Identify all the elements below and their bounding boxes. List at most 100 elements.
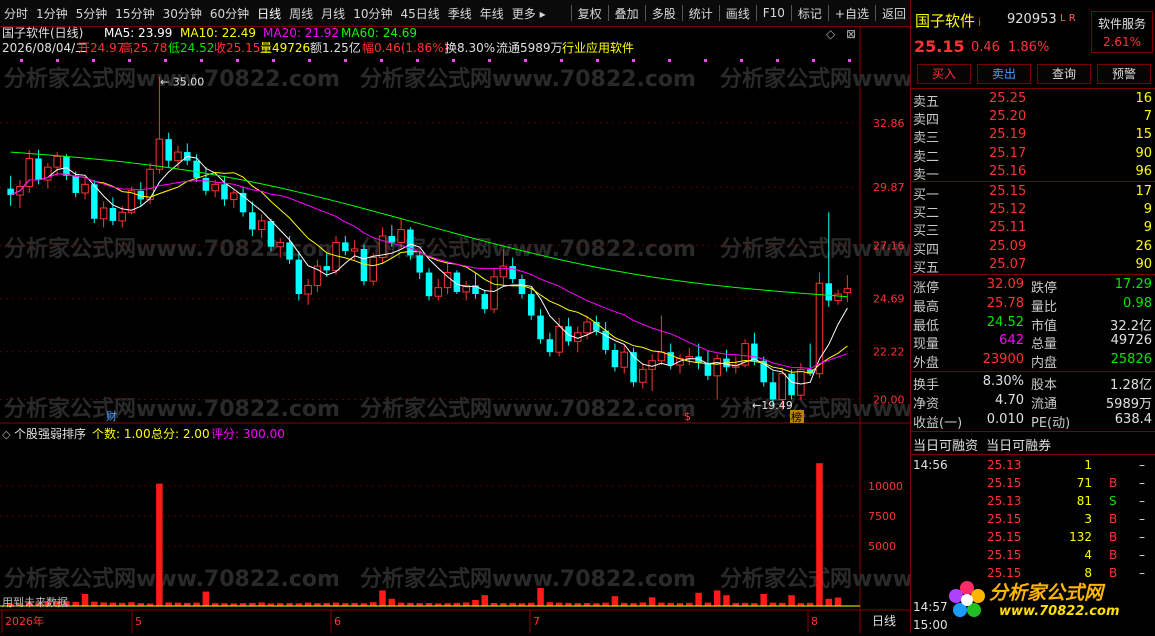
- candle-up: [657, 351, 666, 362]
- buy-row[interactable]: 买二 25.12 9: [913, 202, 1154, 221]
- volume-bar: [713, 590, 721, 606]
- candle-up: [778, 373, 787, 400]
- candle-down: [109, 208, 117, 221]
- tab-margin-finance[interactable]: 当日可融资: [913, 439, 978, 454]
- buy-volume: 9: [1143, 202, 1152, 218]
- toolbar-separator: [570, 5, 572, 21]
- toolbar-tool-1[interactable]: 叠加: [611, 5, 643, 22]
- toolbar-separator: [607, 5, 609, 21]
- kline-chart[interactable]: 分析家公式网www.70822.com 分析家公式网www.70822.com 分析…: [0, 26, 1056, 633]
- chart-settings-icon[interactable]: ◇: [826, 27, 836, 41]
- toolbar-period-4[interactable]: 30分钟: [159, 5, 206, 22]
- candle-down: [202, 177, 210, 191]
- period-label[interactable]: 日线: [872, 614, 896, 628]
- time-axis-label: 5: [135, 615, 142, 628]
- sell-volume: 7: [1143, 109, 1152, 125]
- toolbar-tool-6[interactable]: 标记: [794, 5, 826, 22]
- event-marker[interactable]: $: [684, 410, 691, 423]
- sell-row[interactable]: 卖五 25.25 16: [913, 91, 1154, 110]
- stat-label: 外盘: [913, 356, 940, 372]
- toolbar-period-3[interactable]: 15分钟: [111, 5, 158, 22]
- chart-title: 国子软件(日线): [2, 26, 83, 40]
- price-tick-label: 22.22: [873, 346, 905, 359]
- signal-dot: [776, 59, 779, 62]
- toolbar-tool-7[interactable]: +自选: [831, 5, 873, 22]
- sell-volume: 15: [1135, 127, 1152, 143]
- toolbar-tool-3[interactable]: 统计: [685, 5, 717, 22]
- toolbar-period-7[interactable]: 周线: [285, 5, 317, 22]
- sector-box[interactable]: 软件服务 2.61%: [1091, 11, 1153, 53]
- toolbar-period-10[interactable]: 45日线: [396, 5, 443, 22]
- toolbar-tool-4[interactable]: 画线: [722, 5, 754, 22]
- candle-up: [211, 183, 219, 192]
- trade-button-2[interactable]: 查询: [1037, 64, 1091, 84]
- buy-row[interactable]: 买五 25.07 90: [913, 256, 1154, 276]
- toolbar-period-5[interactable]: 60分钟: [206, 5, 253, 22]
- stat-value-2: 32.2亿: [1110, 318, 1152, 334]
- toolbar-tool-0[interactable]: 复权: [574, 5, 606, 22]
- candle-down: [221, 184, 228, 200]
- toolbar-period-11[interactable]: 季线: [444, 5, 476, 22]
- volume-bar: [128, 602, 135, 606]
- signal-dot: [92, 59, 95, 62]
- trade-button-3[interactable]: 预警: [1097, 64, 1151, 84]
- stat-row: 最高 25.78 量比 0.98: [913, 296, 1154, 315]
- signal-dot: [596, 59, 599, 62]
- tab-margin-short[interactable]: 当日可融券: [986, 439, 1051, 454]
- toolbar-tool-8[interactable]: 返回: [878, 5, 910, 22]
- buy-volume: 26: [1135, 238, 1152, 254]
- sell-row[interactable]: 卖三 25.19 15: [913, 127, 1154, 146]
- indicator-name: 个股强弱排序: [14, 426, 86, 441]
- trade-button-1[interactable]: 卖出: [977, 64, 1031, 84]
- toolbar-period-13[interactable]: 更多 ▸: [508, 5, 550, 22]
- sell-label: 卖五: [913, 95, 940, 110]
- stat-value: 23900: [982, 352, 1024, 368]
- sell-label: 卖一: [913, 167, 940, 183]
- signal-dot: [488, 59, 491, 62]
- candle-up: [843, 288, 852, 294]
- signal-dot: [344, 59, 347, 62]
- toolbar-tool-5[interactable]: F10: [759, 6, 789, 20]
- buy-row[interactable]: 买一 25.15 17: [913, 184, 1154, 203]
- tick-volume: 81: [1076, 494, 1092, 508]
- sell-row[interactable]: 卖二 25.17 90: [913, 146, 1154, 165]
- time-axis-label: 7: [533, 615, 540, 628]
- indicator-collapse-icon[interactable]: ◇: [2, 428, 11, 441]
- signal-dot: [200, 59, 203, 62]
- toolbar-period-1[interactable]: 1分钟: [32, 5, 72, 22]
- volume-bar: [825, 598, 833, 606]
- volume-bar: [369, 602, 377, 606]
- toolbar-period-12[interactable]: 年线: [476, 5, 508, 22]
- tick-side: B: [1109, 548, 1118, 562]
- buy-price: 25.07: [989, 256, 1027, 272]
- trade-button-0[interactable]: 买入: [917, 64, 971, 84]
- finance-marker[interactable]: 财: [106, 409, 117, 423]
- sell-row[interactable]: 卖一 25.16 96: [913, 164, 1154, 183]
- buy-row[interactable]: 买三 25.11 9: [913, 220, 1154, 239]
- candle-up: [174, 151, 182, 162]
- tick-price: 25.13: [987, 458, 1022, 472]
- candle-up: [797, 368, 805, 396]
- fundamental-label-2: PE(动): [1031, 416, 1071, 431]
- buy-row[interactable]: 买四 25.09 26: [913, 238, 1154, 258]
- signal-dot: [272, 59, 275, 62]
- sell-row[interactable]: 卖四 25.20 7: [913, 109, 1154, 128]
- toolbar-tool-2[interactable]: 多股: [648, 5, 680, 22]
- volume-bar: [816, 463, 823, 606]
- hdr-date: 2026/08/04/二: [2, 41, 87, 55]
- toolbar-period-0[interactable]: 分时: [0, 5, 32, 22]
- rank-marker[interactable]: 榜: [791, 410, 802, 424]
- toolbar-period-2[interactable]: 5分钟: [72, 5, 112, 22]
- volume-bar: [555, 602, 563, 606]
- watermark: 分析家公式网www.70822.com: [4, 566, 340, 592]
- toolbar-period-8[interactable]: 月线: [317, 5, 349, 22]
- hdr-high: 高25.78: [121, 40, 167, 55]
- toolbar-period-9[interactable]: 10分钟: [349, 5, 396, 22]
- chart-area[interactable]: 分析家公式网www.70822.com 分析家公式网www.70822.com 分析…: [0, 26, 1056, 633]
- stat-label-2: 量比: [1031, 299, 1058, 315]
- low-marker-label: ←19.49: [752, 399, 793, 412]
- chart-close-icon[interactable]: ⊠: [846, 27, 856, 41]
- toolbar-period-6[interactable]: 日线: [253, 5, 285, 22]
- candle-up: [648, 360, 656, 370]
- volume-bar: [723, 595, 730, 606]
